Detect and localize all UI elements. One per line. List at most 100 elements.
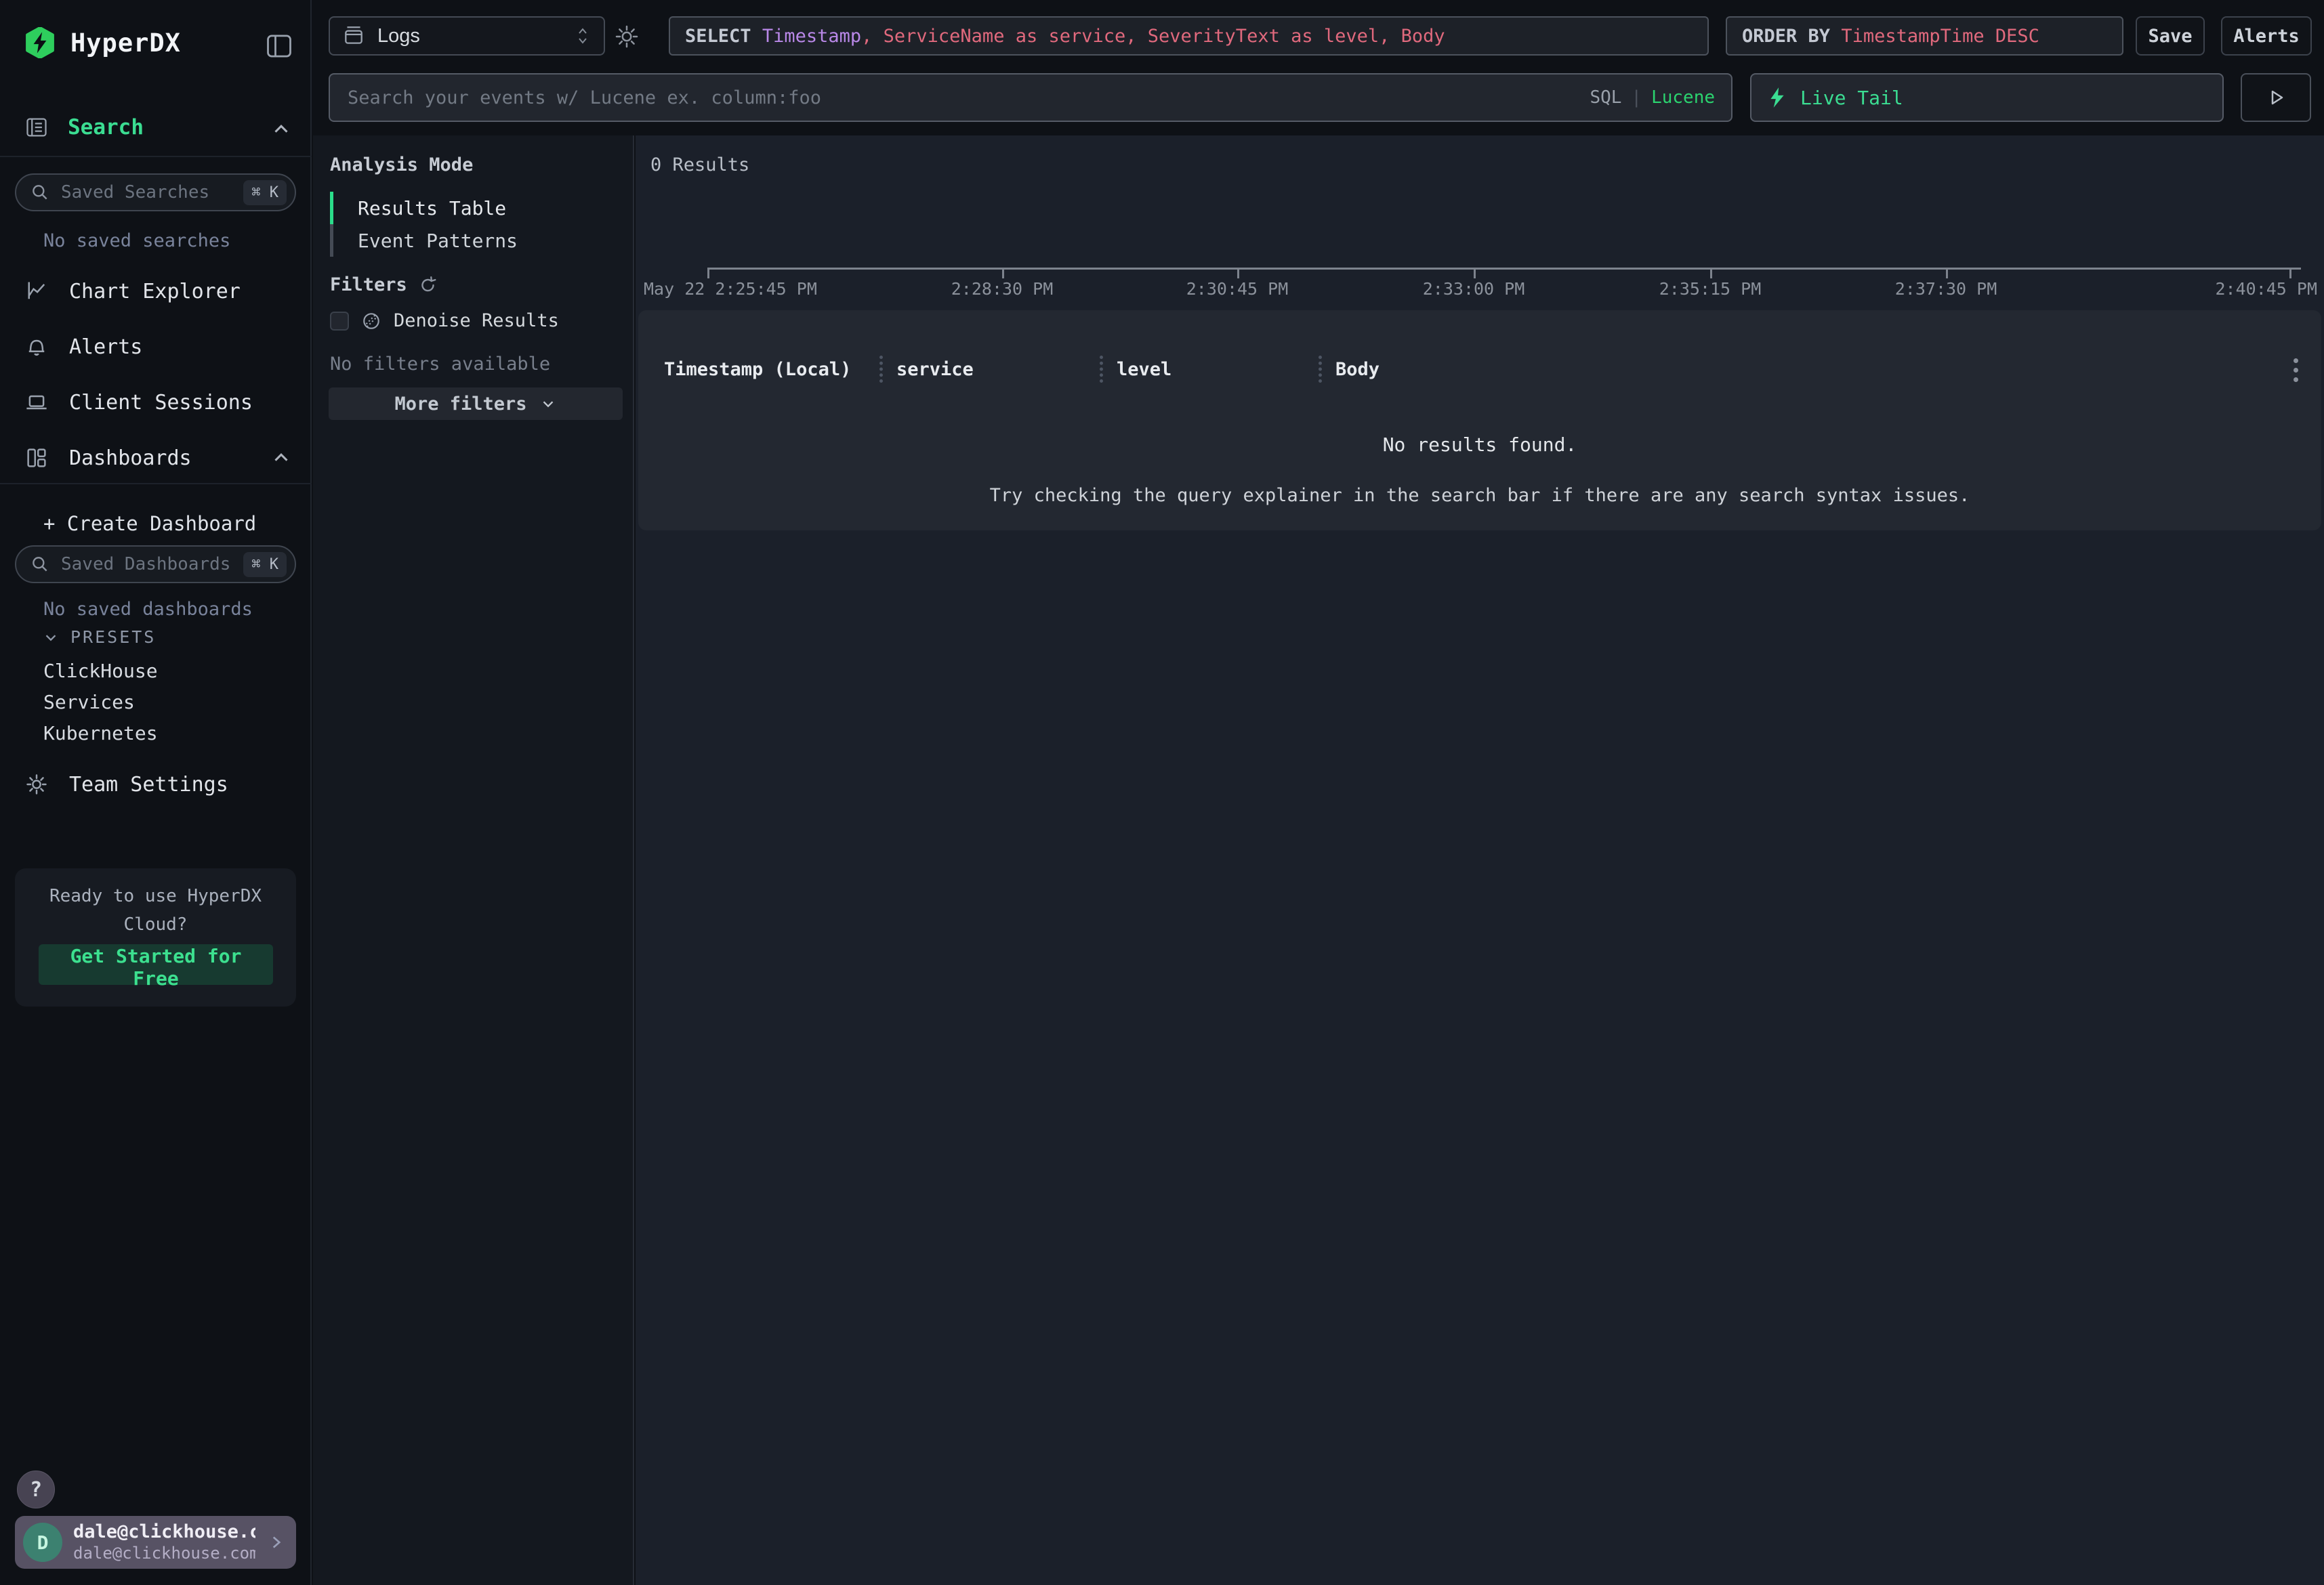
tab-results-table[interactable]: Results Table xyxy=(330,192,518,224)
saved-searches-input[interactable] xyxy=(60,182,234,203)
more-filters-label: More filters xyxy=(394,394,526,415)
sidebar-item-team-settings[interactable]: Team Settings xyxy=(0,763,310,806)
column-header-service[interactable]: service xyxy=(896,359,1100,380)
sidebar-item-label: Alerts xyxy=(69,335,142,359)
select-clause-input[interactable]: SELECT Timestamp , ServiceName as servic… xyxy=(669,16,1709,56)
saved-dashboards-search: ⌘ K xyxy=(15,545,296,583)
axis-tick-label: 2:40:45 PM xyxy=(2215,279,2317,299)
cloud-promo-text: Cloud? xyxy=(15,914,296,935)
live-tail-button[interactable]: Live Tail xyxy=(1750,73,2224,122)
analysis-mode-tabs: Results Table Event Patterns xyxy=(330,192,518,257)
axis-tick xyxy=(1474,268,1476,278)
sidebar-item-label: Team Settings xyxy=(69,773,228,797)
analysis-mode-header: Analysis Mode xyxy=(330,154,473,175)
chevron-up-icon xyxy=(270,446,293,469)
denoise-checkbox[interactable] xyxy=(330,312,349,331)
get-started-button[interactable]: Get Started for Free xyxy=(39,944,273,985)
cloud-promo-text: Ready to use HyperDX xyxy=(15,886,296,906)
presets-toggle[interactable]: PRESETS xyxy=(42,627,156,647)
order-by-input[interactable]: ORDER BY TimestampTime DESC xyxy=(1726,16,2123,56)
axis-tick xyxy=(1710,268,1712,278)
help-button[interactable]: ? xyxy=(17,1471,55,1508)
filters-header: Filters xyxy=(330,274,438,295)
saved-searches-search: ⌘ K xyxy=(15,173,296,211)
time-axis-line xyxy=(707,268,2301,270)
filters-label: Filters xyxy=(330,274,407,295)
column-header-body[interactable]: Body xyxy=(1335,359,1379,380)
presets-label: PRESETS xyxy=(70,627,156,647)
saved-dashboards-input[interactable] xyxy=(60,553,234,575)
hyperdx-app: HyperDX Search xyxy=(0,0,2324,1585)
column-resize-handle[interactable] xyxy=(1319,356,1322,383)
sidebar-item-dashboards[interactable]: Dashboards xyxy=(0,436,310,480)
avatar: D xyxy=(23,1523,62,1562)
tab-event-patterns[interactable]: Event Patterns xyxy=(330,224,518,257)
more-filters-button[interactable]: More filters xyxy=(329,387,623,420)
source-select[interactable]: Logs xyxy=(329,16,605,56)
denoise-results-option[interactable]: Denoise Results xyxy=(330,310,559,331)
chevron-right-icon xyxy=(266,1532,287,1552)
sql-fields: , ServiceName as service, SeverityText a… xyxy=(861,26,1445,47)
source-select-value: Logs xyxy=(377,25,562,47)
sidebar-item-label: Search xyxy=(68,115,144,140)
brand: HyperDX xyxy=(24,27,181,58)
axis-tick xyxy=(1237,268,1239,278)
user-info: dale@clickhouse.com dale@clickhouse.com'… xyxy=(73,1521,255,1563)
column-header-timestamp[interactable]: Timestamp (Local) xyxy=(664,359,879,380)
sidebar-collapse-icon[interactable] xyxy=(264,31,294,61)
cloud-promo-card: Ready to use HyperDX Cloud? Get Started … xyxy=(15,868,296,1007)
user-menu[interactable]: D dale@clickhouse.com dale@clickhouse.co… xyxy=(15,1516,296,1569)
topbar: Logs SELECT Timestamp , ServiceName as s… xyxy=(313,0,2324,135)
axis-tick xyxy=(1946,268,1948,278)
sidebar-item-alerts[interactable]: Alerts xyxy=(0,325,310,368)
axis-tick-label: 2:35:15 PM xyxy=(1659,279,1762,299)
preset-services[interactable]: Services xyxy=(43,691,135,713)
source-box-icon xyxy=(342,24,365,47)
column-resize-handle[interactable] xyxy=(1100,356,1103,383)
create-dashboard-button[interactable]: + Create Dashboard xyxy=(27,507,272,541)
table-options-kebab-icon[interactable] xyxy=(2282,356,2309,383)
shortcut-badge: ⌘ K xyxy=(243,180,287,205)
divider xyxy=(0,483,312,484)
language-lucene-option[interactable]: Lucene xyxy=(1651,87,1715,108)
preset-clickhouse[interactable]: ClickHouse xyxy=(43,660,158,682)
brand-name: HyperDX xyxy=(70,28,181,58)
run-query-button[interactable] xyxy=(2241,73,2311,122)
denoise-icon xyxy=(361,311,381,331)
language-sql-option[interactable]: SQL xyxy=(1590,87,1621,108)
source-settings-gear-icon[interactable] xyxy=(613,23,640,50)
language-divider: | xyxy=(1631,87,1642,108)
axis-tick-label: 2:33:00 PM xyxy=(1423,279,1525,299)
shortcut-badge: ⌘ K xyxy=(243,552,287,577)
preset-kubernetes[interactable]: Kubernetes xyxy=(43,722,158,744)
lightning-bolt-icon xyxy=(1768,87,1787,108)
sidebar-item-label: Client Sessions xyxy=(69,391,253,415)
results-count: 0 Results xyxy=(650,154,749,175)
event-search-input[interactable] xyxy=(346,87,1590,109)
sql-order-value: TimestampTime DESC xyxy=(1841,26,2039,47)
alerts-button[interactable]: Alerts xyxy=(2221,16,2312,56)
analysis-mode-label: Analysis Mode xyxy=(330,154,473,175)
no-saved-dashboards-note: No saved dashboards xyxy=(43,599,253,620)
column-resize-handle[interactable] xyxy=(879,356,883,383)
axis-tick xyxy=(707,268,709,278)
sidebar-item-label: Chart Explorer xyxy=(69,280,241,303)
live-tail-label: Live Tail xyxy=(1800,87,1903,109)
event-search-bar: SQL | Lucene xyxy=(329,73,1732,122)
query-language-toggle: SQL | Lucene xyxy=(1590,87,1715,108)
refresh-icon[interactable] xyxy=(418,275,438,295)
column-header-level[interactable]: level xyxy=(1117,359,1319,380)
sidebar-item-label: Dashboards xyxy=(69,446,192,470)
sql-keyword: SELECT xyxy=(685,26,751,47)
play-icon xyxy=(2266,87,2286,108)
axis-tick-label: 2:30:45 PM xyxy=(1186,279,1289,299)
sidebar-item-client-sessions[interactable]: Client Sessions xyxy=(0,381,310,424)
sidebar-item-chart-explorer[interactable]: Chart Explorer xyxy=(0,270,310,313)
empty-state-title: No results found. xyxy=(638,434,2321,456)
gear-icon xyxy=(24,772,49,797)
sidebar-item-search[interactable]: Search xyxy=(0,108,310,146)
sidebar: HyperDX Search xyxy=(0,0,312,1585)
hyperdx-logo-icon xyxy=(24,27,56,58)
sql-keyword: ORDER BY xyxy=(1742,26,1830,47)
save-button[interactable]: Save xyxy=(2136,16,2205,56)
